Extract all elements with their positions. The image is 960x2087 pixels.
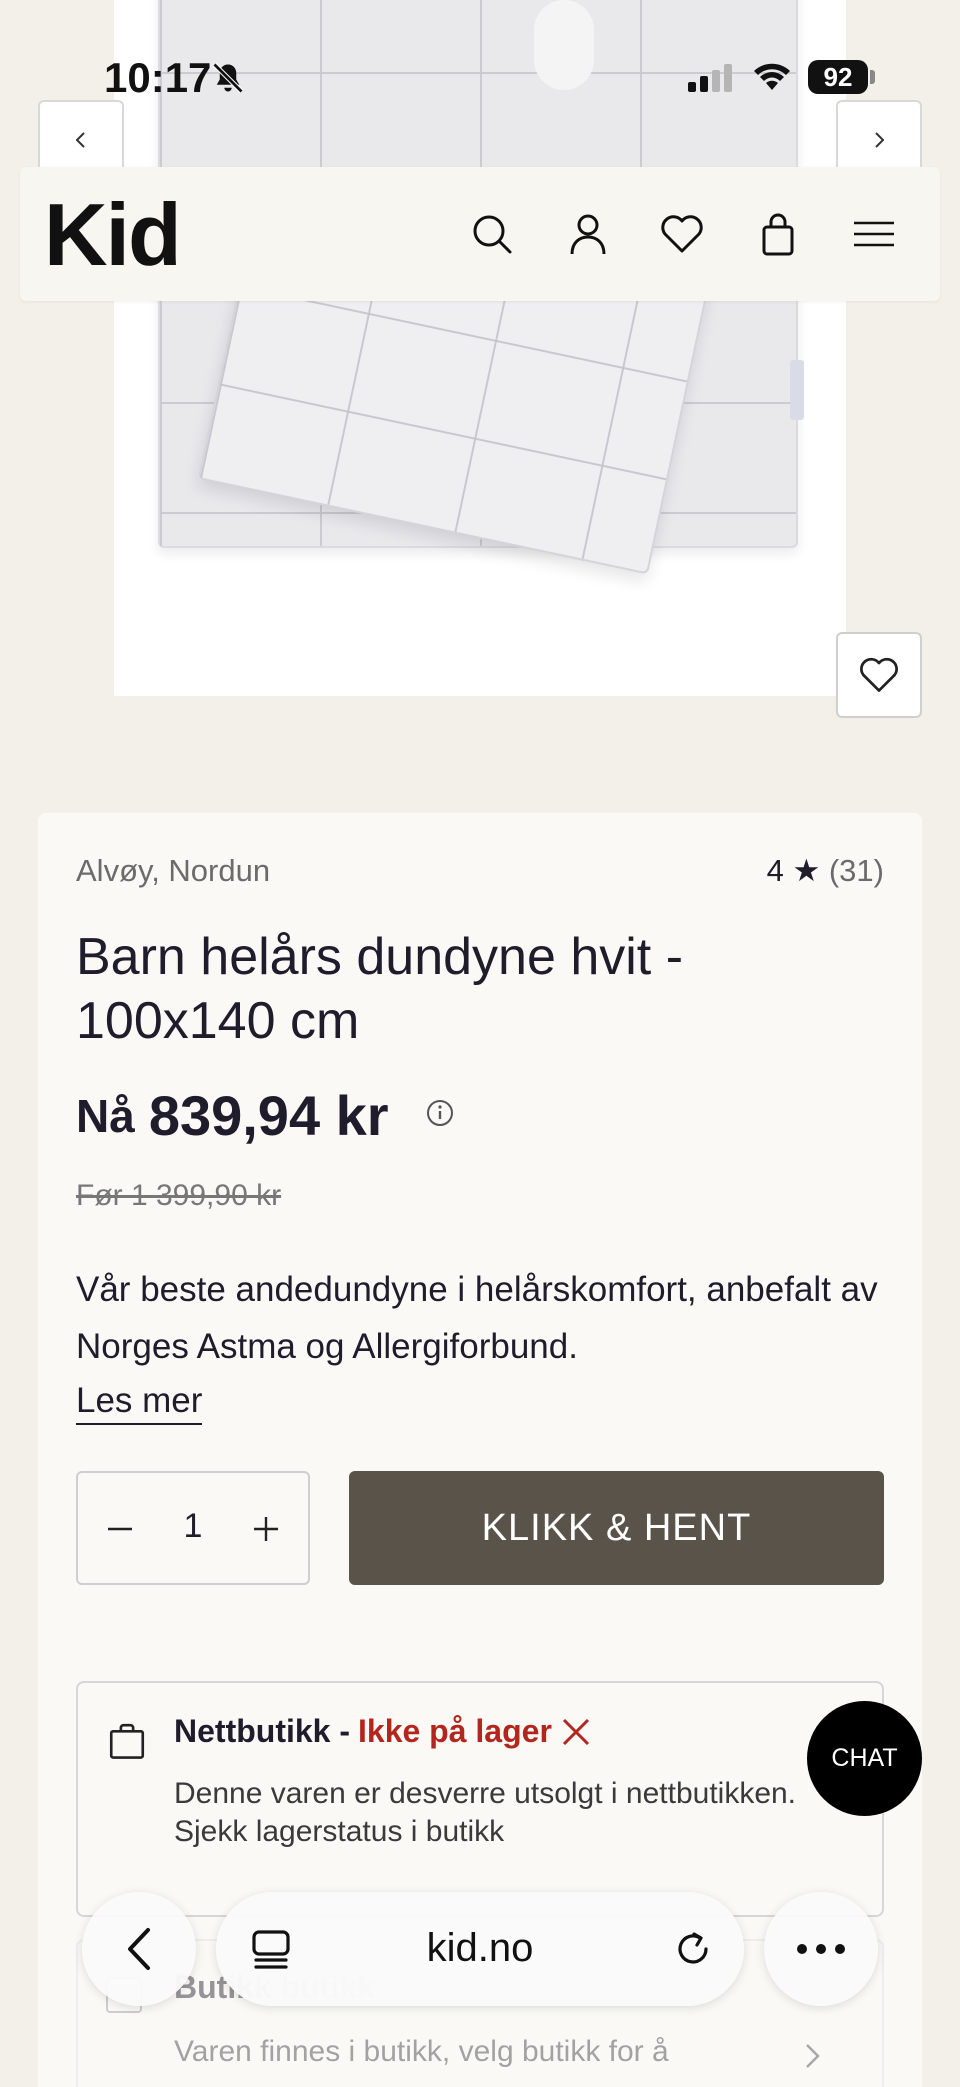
- battery-indicator: 92: [808, 60, 868, 94]
- online-stock-status: Ikke på lager: [358, 1713, 552, 1749]
- product-rating[interactable]: 4 ★ (31): [767, 853, 884, 889]
- chevron-left-icon: [75, 132, 85, 148]
- browser-toolbar: kid.no: [0, 1880, 960, 2020]
- reload-icon[interactable]: [672, 1928, 714, 1975]
- battery-tip: [870, 70, 875, 84]
- online-stock-label: Nettbutikk -: [174, 1713, 350, 1749]
- rating-count: (31): [828, 853, 884, 888]
- wifi-icon: [752, 60, 792, 97]
- quantity-stepper: 1: [76, 1471, 310, 1585]
- chevron-right-icon: [802, 2041, 822, 2076]
- bell-muted-icon: [210, 60, 246, 101]
- online-stock-heading: Nettbutikk - Ikke på lager: [174, 1713, 592, 1750]
- heart-icon: [860, 657, 898, 692]
- shopping-bag-icon[interactable]: [754, 210, 802, 258]
- current-price: 839,94 kr: [148, 1084, 389, 1147]
- ellipsis-icon: [797, 1944, 845, 1954]
- more-options-button[interactable]: [764, 1892, 878, 2006]
- hamburger-menu-icon[interactable]: [850, 210, 898, 258]
- product-brand[interactable]: Alvøy, Nordun: [76, 853, 270, 889]
- account-icon[interactable]: [564, 210, 612, 258]
- rating-star-icon: ★: [792, 853, 821, 888]
- search-icon[interactable]: [468, 210, 516, 258]
- duvet-tag: [790, 360, 804, 420]
- chevron-right-icon: [875, 132, 885, 148]
- url-text[interactable]: kid.no: [216, 1926, 744, 1971]
- product-description: Vår beste andedundyne i helårskomfort, a…: [76, 1270, 878, 1366]
- status-time: 10:17: [104, 54, 212, 101]
- chevron-left-icon: [128, 1928, 150, 1970]
- store-stock-text: Varen finnes i butikk, velg butikk for å: [174, 2035, 669, 2068]
- plus-icon[interactable]: [250, 1513, 282, 1545]
- browser-back-button[interactable]: [82, 1892, 196, 2006]
- site-header: Kid: [20, 167, 940, 301]
- product-title: Barn helårs dundyne hvit - 100x140 cm: [76, 928, 684, 1050]
- click-and-collect-button[interactable]: KLIKK & HENT: [349, 1471, 884, 1585]
- rating-value: 4: [766, 853, 784, 888]
- online-stock-text: Denne varen er desverre utsolgt i nettbu…: [174, 1777, 797, 1848]
- close-x-icon: [562, 1718, 589, 1745]
- add-to-wishlist-button[interactable]: [836, 632, 922, 718]
- status-bar: 10:17 92: [0, 40, 960, 114]
- shopping-bag-icon: [106, 1719, 148, 1766]
- price-prefix: Nå: [76, 1089, 135, 1142]
- info-icon[interactable]: [425, 1098, 455, 1133]
- heart-icon[interactable]: [658, 210, 706, 258]
- kid-logo[interactable]: Kid: [44, 185, 182, 285]
- address-bar[interactable]: kid.no: [216, 1892, 744, 2006]
- read-more-link[interactable]: Les mer: [76, 1381, 203, 1425]
- signal-icon: [688, 64, 736, 97]
- old-price: Før 1 399,90 kr: [76, 1179, 282, 1212]
- price-row: Nå 839,94 kr: [76, 1083, 455, 1148]
- chat-button[interactable]: CHAT: [807, 1701, 922, 1816]
